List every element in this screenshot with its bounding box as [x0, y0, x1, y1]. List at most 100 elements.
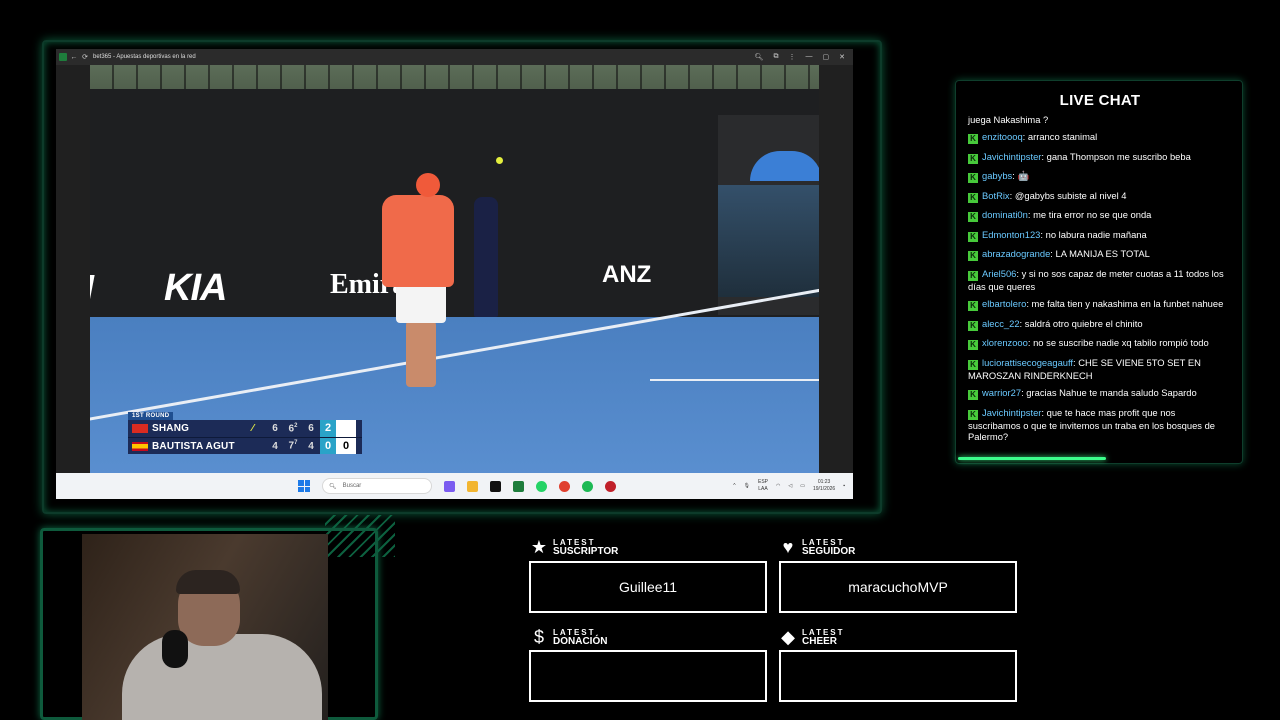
chat-username: warrior27 [982, 387, 1022, 398]
score-row-player1: SHANG ⁄ 6 62 6 2 [128, 420, 362, 437]
chat-message: Kenzitoooq: arranco stanimal [968, 131, 1230, 144]
chat-message: Kelbartolero: me falta tien y nakashima … [968, 298, 1230, 311]
kick-badge-icon: K [968, 251, 978, 261]
crowd [718, 185, 819, 297]
chat-username: Javichintipster [982, 406, 1042, 418]
chat-username: gabybs [982, 170, 1013, 181]
battery-icon[interactable]: ▭ [800, 483, 805, 489]
chat-username: Javichintipster [982, 150, 1042, 162]
close-button[interactable]: ✕ [839, 53, 845, 61]
latest-donacion-box [529, 650, 767, 702]
sponsor-kia: KIA [164, 267, 227, 309]
player1-name: SHANG [152, 423, 190, 434]
volume-icon[interactable]: ◁ [788, 483, 792, 489]
notifications-icon[interactable]: ▪ [843, 483, 845, 489]
kick-badge-icon: K [968, 134, 978, 144]
chat-title: LIVE CHAT [1059, 92, 1141, 109]
copilot-icon[interactable] [444, 480, 455, 492]
chat-text: saldrá otro quiebre el chinito [1024, 317, 1143, 329]
taskbar-search-input[interactable]: 🔍︎ Buscar [322, 478, 432, 494]
round-tag: 1ST ROUND [128, 412, 174, 420]
chat-username: elbartolero [982, 298, 1027, 309]
tennis-ball [496, 157, 503, 164]
reload-icon[interactable]: ⟳ [81, 53, 89, 61]
chat-message: Kxlorenzooo: no se suscribe nadie xq tab… [968, 337, 1230, 350]
chat-message: Kluciorattisecogeagauff: CHE SE VIENE 5T… [968, 356, 1201, 381]
chat-text: @gabybs subiste al nivel 4 [1014, 189, 1127, 201]
spotify-icon[interactable] [582, 480, 593, 492]
chat-username: enzitoooq [982, 131, 1023, 142]
chat-username: BotRix [982, 189, 1010, 201]
more-icon[interactable]: ⋮ [789, 53, 796, 61]
back-icon[interactable]: ← [70, 53, 78, 61]
system-tray: ^ 🎙︎ ESP LAA ◠ ◁ ▭ 01:23 19/1/2026 ▪ [733, 479, 853, 493]
chat-text: me falta tien y nakashima en la funbet n… [1031, 298, 1224, 309]
chat-message: K BotRix: @gabybs subiste al nivel 4 [968, 190, 1230, 203]
browser-titlebar: ← ⟳ bet365 - Apuestas deportivas en la r… [56, 49, 853, 65]
latest-suscriptor-box: Guillee11 [529, 561, 767, 613]
chat-emote-icon: 🤖 [1017, 170, 1030, 181]
chat-text: no labura nadie mañana [1045, 228, 1147, 240]
streamer-shirt [122, 634, 322, 720]
excel-icon[interactable] [513, 480, 524, 492]
app-icon[interactable] [605, 480, 616, 492]
chat-username: Ariel506 [982, 267, 1017, 279]
player1-set1: 6 [272, 423, 278, 434]
kick-badge-icon: K [968, 359, 978, 370]
chat-accent-line [958, 457, 1106, 460]
chat-message: Kwarrior27: gracias Nahue te manda salud… [968, 387, 1230, 400]
player-legs [406, 321, 436, 387]
kick-badge-icon: K [968, 409, 978, 420]
chat-message: Kgabybs: 🤖 [968, 170, 1230, 183]
player2-set1: 4 [272, 440, 278, 452]
search-icon: 🔍︎ [329, 483, 337, 490]
clock[interactable]: 01:23 19/1/2026 [813, 479, 835, 493]
scoreboard: 1ST ROUND SHANG ⁄ 6 62 6 2 BAUTISTA AGUT… [128, 408, 362, 454]
language-indicator[interactable]: ESP LAA [758, 479, 768, 493]
latest-donacion-label: $ LATEST DONACIÓN [529, 627, 607, 647]
kick-badge-icon: K [968, 270, 978, 281]
whatsapp-icon[interactable] [536, 480, 547, 492]
tiktok-icon[interactable] [490, 480, 501, 492]
chat-text: gana Thompson me suscribo beba [1046, 150, 1191, 162]
zoom-icon[interactable]: 🔍︎ [755, 53, 764, 61]
chat-username: xlorenzooo [982, 337, 1028, 348]
kick-badge-icon: K [968, 320, 978, 331]
chat-message: K Edmonton123: no labura nadie mañana [968, 229, 1230, 242]
chat-message: Kalecc_22: saldrá otro quiebre el chinit… [968, 318, 1230, 331]
window-title: bet365 - Apuestas deportivas en la red [93, 54, 196, 60]
extensions-icon[interactable]: ⧉ [774, 53, 779, 61]
favicon-icon [59, 53, 67, 61]
chat-text: arranco stanimal [1027, 131, 1098, 142]
kick-badge-icon: K [968, 340, 978, 350]
maximize-button[interactable]: ▢ [823, 53, 830, 61]
latest-seguidor-box: maracuchoMVP [779, 561, 1017, 613]
chat-text: gracias Nahue te manda saludo Sapardo [1026, 387, 1197, 398]
chat-list: juega Nakashima ? Kenzitoooq: arranco st… [968, 114, 1230, 448]
chat-text: me tira error no se que onda [1033, 209, 1152, 220]
ball-kid [474, 197, 498, 317]
webcam-feed [82, 534, 328, 720]
chat-text: no se suscribe nadie xq tabilo rompió to… [1033, 337, 1209, 348]
tennis-video[interactable]: I KIA Emirates ANZ 1ST ROUND SHANG ⁄ 6 6… [90, 65, 819, 473]
player2-set3: 4 [308, 440, 314, 452]
player-shorts [396, 283, 446, 323]
file-explorer-icon[interactable] [467, 480, 478, 492]
player1-current-set: 2 [320, 420, 336, 437]
chrome-icon[interactable] [559, 480, 570, 492]
latest-suscriptor-label: ★ LATEST SUSCRIPTOR [530, 537, 619, 557]
microphone-icon [162, 630, 188, 668]
serve-indicator-icon: ⁄ [252, 423, 254, 434]
heart-icon: ♥ [782, 537, 794, 557]
court-sideline [650, 379, 819, 381]
streamer-hair [176, 570, 240, 594]
minimize-button[interactable]: — [806, 53, 813, 61]
chevron-up-icon[interactable]: ^ [733, 483, 735, 489]
player-shirt [382, 195, 454, 287]
kick-badge-icon: K [968, 153, 978, 164]
mic-icon[interactable]: 🎙︎ [744, 483, 750, 489]
wifi-icon[interactable]: ◠ [776, 483, 780, 489]
china-flag-icon [132, 424, 148, 433]
windows-start-icon[interactable] [298, 480, 310, 492]
dollar-icon: $ [533, 627, 544, 647]
